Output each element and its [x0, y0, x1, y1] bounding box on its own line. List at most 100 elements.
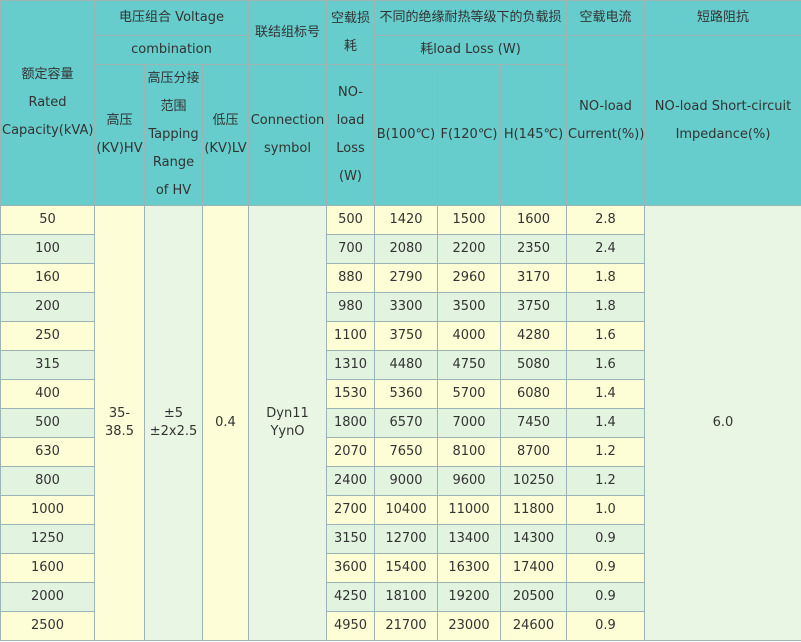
- no-load-loss-cell: 2700: [326, 495, 375, 525]
- no-load-current-cell: 0.9: [566, 553, 645, 583]
- connection-line1: Dyn11: [266, 406, 309, 421]
- table-row: 50 35-38.5 ±5 ±2x2.5 0.4 Dyn11 YynO 500 1420 1500…: [0, 205, 801, 641]
- load-loss-b-cell: 6570: [374, 408, 438, 438]
- load-loss-f-cell: 7000: [437, 408, 501, 438]
- no-load-loss-cell: 980: [326, 292, 375, 322]
- impedance-merged-cell: 6.0: [644, 205, 801, 641]
- lv-merged-cell: 0.4: [202, 205, 249, 641]
- load-loss-f-cell: 2960: [437, 263, 501, 293]
- f-class-header: F(120℃): [437, 64, 501, 206]
- capacity-cell: 1000: [0, 495, 95, 525]
- connection-header-en: Connection symbol: [248, 64, 327, 206]
- lv-header: 低压 (KV)LV: [202, 64, 249, 206]
- load-loss-f-cell: 1500: [437, 205, 501, 235]
- load-loss-b-cell: 2790: [374, 263, 438, 293]
- load-loss-f-cell: 3500: [437, 292, 501, 322]
- capacity-cell: 200: [0, 292, 95, 322]
- no-load-current-cell: 1.6: [566, 350, 645, 380]
- no-load-current-cell: 2.8: [566, 205, 645, 235]
- load-loss-h-cell: 2350: [500, 234, 567, 264]
- no-load-loss-header-en: NO-load Loss (W): [326, 64, 375, 206]
- load-loss-b-cell: 3300: [374, 292, 438, 322]
- capacity-cell: 800: [0, 466, 95, 496]
- load-loss-f-cell: 2200: [437, 234, 501, 264]
- no-load-loss-cell: 500: [326, 205, 375, 235]
- capacity-cell: 50: [0, 205, 95, 235]
- load-loss-b-cell: 1420: [374, 205, 438, 235]
- tapping-range-line1: ±5: [163, 406, 184, 421]
- connection-line2: YynO: [270, 424, 305, 439]
- tapping-range-merged-cell: ±5 ±2x2.5: [144, 205, 203, 641]
- load-loss-h-cell: 1600: [500, 205, 567, 235]
- capacity-cell: 250: [0, 321, 95, 351]
- no-load-current-header-en: NO-load Current(%)): [566, 35, 645, 206]
- no-load-current-cell: 1.8: [566, 263, 645, 293]
- no-load-loss-cell: 3600: [326, 553, 375, 583]
- table-body: 50 35-38.5 ±5 ±2x2.5 0.4 Dyn11 YynO 500 1420 1500…: [0, 205, 801, 641]
- tapping-range-header: 高压分接范围 Tapping Range of HV: [144, 64, 203, 206]
- connection-merged-cell: Dyn11 YynO: [248, 205, 327, 641]
- hv-merged-cell: 35-38.5: [94, 205, 145, 641]
- capacity-cell: 1250: [0, 524, 95, 554]
- no-load-current-cell: 1.8: [566, 292, 645, 322]
- load-loss-h-cell: 10250: [500, 466, 567, 496]
- load-loss-h-cell: 5080: [500, 350, 567, 380]
- load-loss-header-en: 耗load Loss (W): [374, 35, 567, 65]
- rated-capacity-header: 额定容量 Rated Capacity(kVA): [0, 0, 95, 206]
- no-load-current-cell: 2.4: [566, 234, 645, 264]
- capacity-cell: 1600: [0, 553, 95, 583]
- voltage-combination-header: 电压组合 Voltage: [94, 0, 249, 36]
- load-loss-h-cell: 17400: [500, 553, 567, 583]
- no-load-loss-cell: 880: [326, 263, 375, 293]
- no-load-loss-cell: 2400: [326, 466, 375, 496]
- load-loss-b-cell: 18100: [374, 582, 438, 612]
- no-load-current-cell: 1.4: [566, 379, 645, 409]
- load-loss-h-cell: 3750: [500, 292, 567, 322]
- capacity-cell: 500: [0, 408, 95, 438]
- no-load-current-cell: 1.6: [566, 321, 645, 351]
- capacity-cell: 315: [0, 350, 95, 380]
- no-load-current-cell: 1.0: [566, 495, 645, 525]
- load-loss-b-cell: 3750: [374, 321, 438, 351]
- tapping-range-line2: ±2x2.5: [149, 424, 198, 439]
- table-header: 额定容量 Rated Capacity(kVA) 电压组合 Voltage 联结…: [0, 0, 801, 206]
- voltage-combination-header-en: combination: [94, 35, 249, 65]
- transformer-spec-table: 额定容量 Rated Capacity(kVA) 电压组合 Voltage 联结…: [0, 0, 801, 641]
- no-load-current-cell: 1.4: [566, 408, 645, 438]
- load-loss-b-cell: 9000: [374, 466, 438, 496]
- load-loss-h-cell: 24600: [500, 611, 567, 641]
- no-load-current-cell: 0.9: [566, 524, 645, 554]
- impedance-header-cn: 短路阻抗: [644, 0, 801, 36]
- capacity-cell: 2500: [0, 611, 95, 641]
- no-load-current-cell: 1.2: [566, 466, 645, 496]
- capacity-cell: 400: [0, 379, 95, 409]
- no-load-loss-cell: 1800: [326, 408, 375, 438]
- no-load-current-header-cn: 空载电流: [566, 0, 645, 36]
- no-load-loss-cell: 1530: [326, 379, 375, 409]
- load-loss-h-cell: 14300: [500, 524, 567, 554]
- load-loss-f-cell: 13400: [437, 524, 501, 554]
- load-loss-header-cn: 不同的绝缘耐热等级下的负载损: [374, 0, 567, 36]
- load-loss-b-cell: 10400: [374, 495, 438, 525]
- load-loss-f-cell: 4750: [437, 350, 501, 380]
- load-loss-b-cell: 4480: [374, 350, 438, 380]
- load-loss-h-cell: 8700: [500, 437, 567, 467]
- no-load-loss-cell: 4250: [326, 582, 375, 612]
- load-loss-f-cell: 9600: [437, 466, 501, 496]
- hv-header: 高压 (KV)HV: [94, 64, 145, 206]
- load-loss-f-cell: 8100: [437, 437, 501, 467]
- no-load-current-cell: 0.9: [566, 582, 645, 612]
- no-load-loss-cell: 1100: [326, 321, 375, 351]
- connection-header-cn: 联结组标号: [248, 0, 327, 65]
- load-loss-f-cell: 11000: [437, 495, 501, 525]
- load-loss-h-cell: 20500: [500, 582, 567, 612]
- load-loss-h-cell: 11800: [500, 495, 567, 525]
- no-load-loss-cell: 3150: [326, 524, 375, 554]
- load-loss-f-cell: 23000: [437, 611, 501, 641]
- no-load-loss-header-cn: 空载损耗: [326, 0, 375, 65]
- load-loss-b-cell: 12700: [374, 524, 438, 554]
- load-loss-f-cell: 19200: [437, 582, 501, 612]
- no-load-loss-cell: 700: [326, 234, 375, 264]
- load-loss-h-cell: 7450: [500, 408, 567, 438]
- load-loss-b-cell: 15400: [374, 553, 438, 583]
